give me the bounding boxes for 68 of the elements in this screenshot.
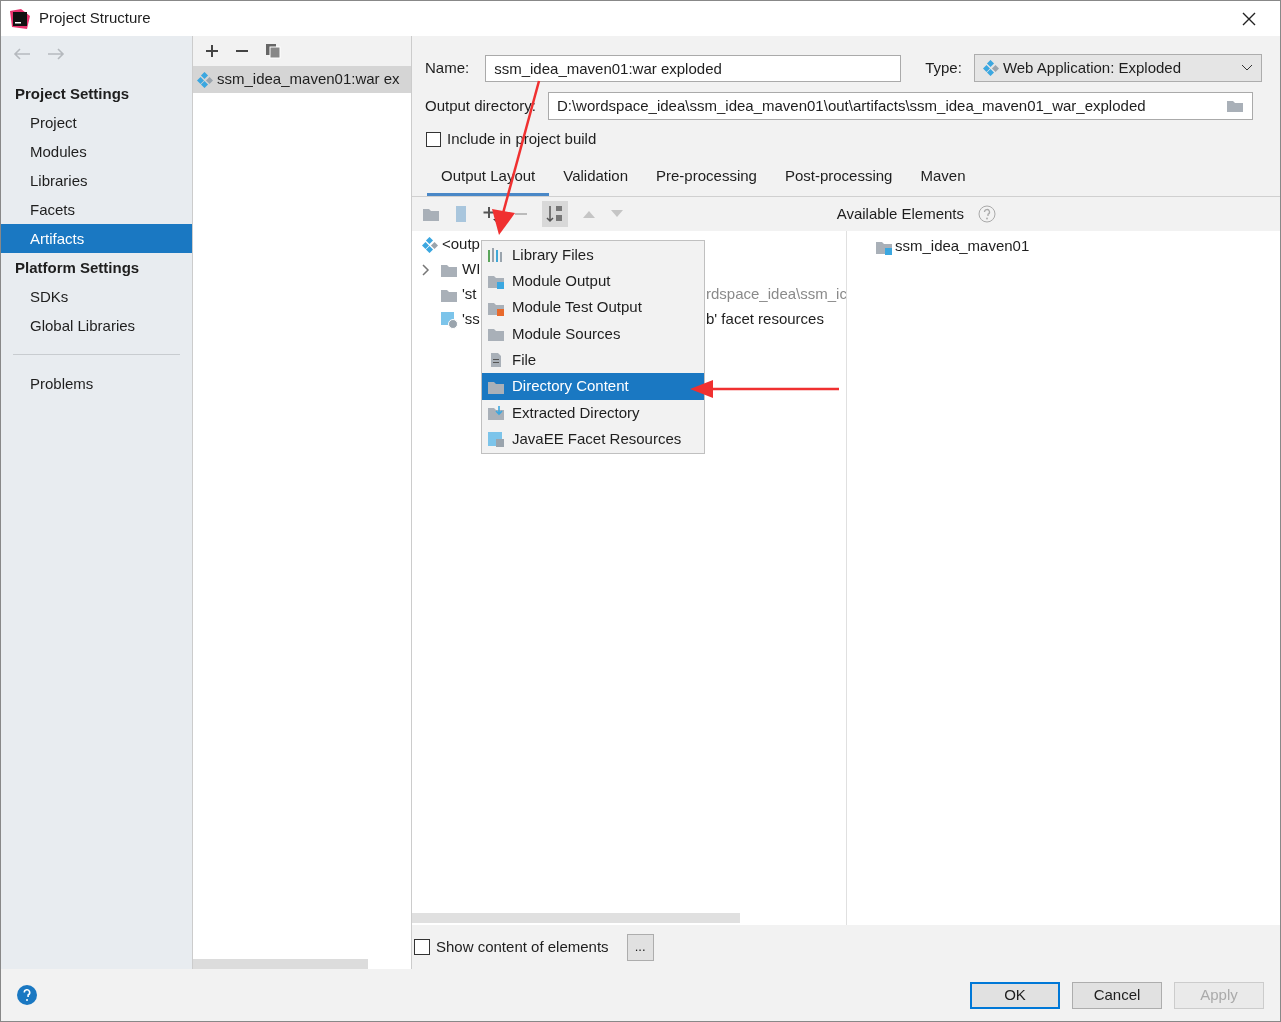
menu-item[interactable]: Module Sources (482, 320, 704, 348)
output-directory-field[interactable]: D:\wordspace_idea\ssm_idea_maven01\out\artifacts\ssm_idea_maven01_war_exploded (547, 92, 1253, 120)
facet-icon (487, 431, 505, 448)
available-element[interactable]: ssm_idea_maven01 (895, 235, 1030, 258)
sidebar-item[interactable]: Problems (1, 369, 192, 398)
artifact-item[interactable]: ssm_idea_maven01:war ex (193, 66, 411, 93)
scrollbar[interactable] (193, 959, 368, 969)
tree-item-path: rdspace_idea\ssm_ic (706, 284, 846, 305)
tree-item[interactable]: WI (462, 258, 481, 281)
menu-item[interactable]: File (482, 347, 704, 374)
file-icon (489, 352, 503, 369)
help-icon[interactable] (978, 205, 996, 223)
menu-item[interactable]: JavaEE Facet Resources (482, 426, 704, 453)
type-label: Type: (925, 57, 962, 78)
web-folder-icon (440, 310, 458, 329)
copy-icon[interactable] (265, 43, 281, 59)
menu-item[interactable]: Library Files (482, 242, 704, 269)
available-elements-title: Available Elements (836, 203, 964, 224)
sidebar-item[interactable]: Modules (1, 137, 192, 166)
library-icon (487, 247, 505, 264)
folder-icon (487, 273, 505, 290)
sidebar-item[interactable]: Libraries (1, 166, 192, 195)
more-button[interactable]: ... (626, 933, 654, 961)
name-field[interactable]: ssm_idea_maven01:war exploded (485, 54, 902, 82)
diamond-icon (197, 71, 213, 88)
tab[interactable]: Post-processing (770, 164, 907, 196)
add-icon[interactable] (205, 44, 219, 58)
sidebar-item[interactable]: SDKs (1, 282, 192, 311)
scrollbar[interactable] (412, 913, 740, 923)
sidebar-item[interactable]: Global Libraries (1, 311, 192, 340)
window-title: Project Structure (39, 8, 151, 29)
tab[interactable]: Validation (549, 164, 642, 196)
checkbox[interactable] (426, 131, 441, 147)
sort-icon[interactable] (542, 201, 568, 227)
checkbox[interactable] (414, 939, 430, 955)
chevron-right-icon[interactable] (422, 263, 430, 276)
forward-arrow-icon[interactable] (47, 46, 65, 61)
checkbox-label: Show content of elements (436, 936, 609, 957)
sidebar-item[interactable]: Project (1, 108, 192, 137)
dialog-button[interactable]: OK (970, 981, 1060, 1009)
menu-item[interactable]: Module Output (482, 268, 704, 295)
tree-item[interactable]: 'ss (462, 308, 480, 331)
section-heading: Platform Settings (14, 258, 141, 278)
diamond-icon (982, 60, 999, 76)
diamond-icon (422, 236, 438, 253)
folder-icon (487, 326, 505, 343)
type-dropdown[interactable]: Web Application: Exploded (973, 54, 1262, 82)
app-logo-icon (9, 7, 31, 30)
section-heading: Project Settings (14, 84, 131, 104)
name-label: Name: (425, 57, 470, 78)
folder-icon[interactable] (1226, 99, 1244, 113)
folder-download-icon (487, 404, 505, 421)
tree-item-path: b' facet resources (706, 309, 824, 330)
tree-item[interactable]: <outp (442, 233, 480, 256)
menu-item[interactable]: Extracted Directory (482, 399, 704, 427)
sidebar-item[interactable]: Artifacts (1, 224, 192, 253)
tree-item[interactable]: 'st (462, 283, 477, 306)
dialog-button[interactable]: Cancel (1072, 981, 1162, 1009)
close-icon[interactable] (1242, 11, 1256, 26)
sidebar-item[interactable]: Facets (1, 195, 192, 224)
menu-item[interactable]: Directory Content (482, 373, 704, 400)
help-icon[interactable] (17, 985, 37, 1005)
tab[interactable]: Maven (906, 164, 980, 196)
back-arrow-icon[interactable] (13, 46, 31, 61)
tab[interactable]: Pre-processing (642, 164, 771, 196)
new-folder-icon (422, 206, 440, 222)
menu-item[interactable]: Module Test Output (482, 294, 704, 321)
chevron-down-icon (1240, 64, 1253, 72)
